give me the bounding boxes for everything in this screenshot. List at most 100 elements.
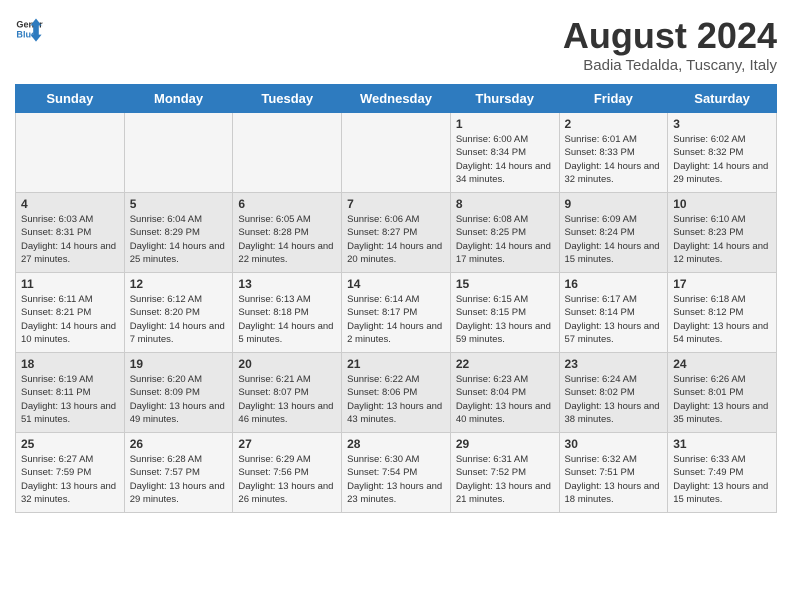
cell-info: Sunrise: 6:30 AM Sunset: 7:54 PM Dayligh…: [347, 453, 445, 506]
calendar-cell: 31 Sunrise: 6:33 AM Sunset: 7:49 PM Dayli…: [668, 433, 777, 513]
day-number: 4: [21, 197, 119, 211]
cell-info: Sunrise: 6:31 AM Sunset: 7:52 PM Dayligh…: [456, 453, 554, 506]
calendar-cell: 10 Sunrise: 6:10 AM Sunset: 8:23 PM Dayli…: [668, 193, 777, 273]
weekday-header-saturday: Saturday: [668, 85, 777, 113]
calendar-cell: 21 Sunrise: 6:22 AM Sunset: 8:06 PM Dayli…: [342, 353, 451, 433]
cell-info: Sunrise: 6:11 AM Sunset: 8:21 PM Dayligh…: [21, 293, 119, 346]
day-number: 15: [456, 277, 554, 291]
day-number: 22: [456, 357, 554, 371]
day-number: 2: [565, 117, 663, 131]
weekday-header-tuesday: Tuesday: [233, 85, 342, 113]
calendar-cell: 27 Sunrise: 6:29 AM Sunset: 7:56 PM Dayli…: [233, 433, 342, 513]
calendar-cell: 24 Sunrise: 6:26 AM Sunset: 8:01 PM Dayli…: [668, 353, 777, 433]
cell-info: Sunrise: 6:09 AM Sunset: 8:24 PM Dayligh…: [565, 213, 663, 266]
calendar-cell: 2 Sunrise: 6:01 AM Sunset: 8:33 PM Daylig…: [559, 113, 668, 193]
weekday-header-friday: Friday: [559, 85, 668, 113]
calendar-cell: 16Sunrise: 6:17 AM Sunset: 8:14 PM Dayli…: [559, 273, 668, 353]
calendar-cell: 30 Sunrise: 6:32 AM Sunset: 7:51 PM Dayli…: [559, 433, 668, 513]
calendar-cell: 18 Sunrise: 6:19 AM Sunset: 8:11 PM Dayli…: [16, 353, 125, 433]
cell-info: Sunrise: 6:27 AM Sunset: 7:59 PM Dayligh…: [21, 453, 119, 506]
calendar-cell: 4Sunrise: 6:03 AM Sunset: 8:31 PM Daylig…: [16, 193, 125, 273]
cell-info: Sunrise: 6:01 AM Sunset: 8:33 PM Dayligh…: [565, 133, 663, 186]
week-row-5: 25 Sunrise: 6:27 AM Sunset: 7:59 PM Dayli…: [16, 433, 777, 513]
month-title: August 2024: [563, 15, 777, 57]
cell-info: Sunrise: 6:10 AM Sunset: 8:23 PM Dayligh…: [673, 213, 771, 266]
day-number: 14: [347, 277, 445, 291]
calendar-cell: 15 Sunrise: 6:15 AM Sunset: 8:15 PM Dayli…: [450, 273, 559, 353]
calendar-cell: 1Sunrise: 6:00 AM Sunset: 8:34 PM Daylig…: [450, 113, 559, 193]
calendar-table: SundayMondayTuesdayWednesdayThursdayFrid…: [15, 84, 777, 513]
calendar-cell: 13Sunrise: 6:13 AM Sunset: 8:18 PM Dayli…: [233, 273, 342, 353]
week-row-2: 4Sunrise: 6:03 AM Sunset: 8:31 PM Daylig…: [16, 193, 777, 273]
day-number: 3: [673, 117, 771, 131]
calendar-cell: 8 Sunrise: 6:08 AM Sunset: 8:25 PM Daylig…: [450, 193, 559, 273]
day-number: 26: [130, 437, 228, 451]
cell-info: Sunrise: 6:18 AM Sunset: 8:12 PM Dayligh…: [673, 293, 771, 346]
week-row-4: 18 Sunrise: 6:19 AM Sunset: 8:11 PM Dayli…: [16, 353, 777, 433]
weekday-header-thursday: Thursday: [450, 85, 559, 113]
weekday-header-monday: Monday: [124, 85, 233, 113]
calendar-cell: 29 Sunrise: 6:31 AM Sunset: 7:52 PM Dayli…: [450, 433, 559, 513]
cell-info: Sunrise: 6:32 AM Sunset: 7:51 PM Dayligh…: [565, 453, 663, 506]
cell-info: Sunrise: 6:02 AM Sunset: 8:32 PM Dayligh…: [673, 133, 771, 186]
day-number: 31: [673, 437, 771, 451]
day-number: 24: [673, 357, 771, 371]
calendar-cell: 19 Sunrise: 6:20 AM Sunset: 8:09 PM Dayli…: [124, 353, 233, 433]
calendar-cell: [233, 113, 342, 193]
weekday-header-wednesday: Wednesday: [342, 85, 451, 113]
day-number: 10: [673, 197, 771, 211]
calendar-cell: [16, 113, 125, 193]
day-number: 20: [238, 357, 336, 371]
title-area: August 2024 Badia Tedalda, Tuscany, Ital…: [563, 15, 777, 74]
header: General Blue August 2024 Badia Tedalda, …: [15, 15, 777, 74]
day-number: 11: [21, 277, 119, 291]
calendar-cell: 7Sunrise: 6:06 AM Sunset: 8:27 PM Daylig…: [342, 193, 451, 273]
calendar-cell: [124, 113, 233, 193]
calendar-cell: 9 Sunrise: 6:09 AM Sunset: 8:24 PM Daylig…: [559, 193, 668, 273]
location: Badia Tedalda, Tuscany, Italy: [563, 57, 777, 74]
cell-info: Sunrise: 6:13 AM Sunset: 8:18 PM Dayligh…: [238, 293, 336, 346]
calendar-cell: 14 Sunrise: 6:14 AM Sunset: 8:17 PM Dayli…: [342, 273, 451, 353]
cell-info: Sunrise: 6:24 AM Sunset: 8:02 PM Dayligh…: [565, 373, 663, 426]
day-number: 29: [456, 437, 554, 451]
cell-info: Sunrise: 6:12 AM Sunset: 8:20 PM Dayligh…: [130, 293, 228, 346]
calendar-cell: 22 Sunrise: 6:23 AM Sunset: 8:04 PM Dayli…: [450, 353, 559, 433]
day-number: 7: [347, 197, 445, 211]
calendar-cell: 11 Sunrise: 6:11 AM Sunset: 8:21 PM Dayli…: [16, 273, 125, 353]
day-number: 27: [238, 437, 336, 451]
cell-info: Sunrise: 6:20 AM Sunset: 8:09 PM Dayligh…: [130, 373, 228, 426]
day-number: 25: [21, 437, 119, 451]
calendar-cell: 28 Sunrise: 6:30 AM Sunset: 7:54 PM Dayli…: [342, 433, 451, 513]
day-number: 1: [456, 117, 554, 131]
cell-info: Sunrise: 6:26 AM Sunset: 8:01 PM Dayligh…: [673, 373, 771, 426]
day-number: 21: [347, 357, 445, 371]
day-number: 30: [565, 437, 663, 451]
week-row-1: 1Sunrise: 6:00 AM Sunset: 8:34 PM Daylig…: [16, 113, 777, 193]
day-number: 8: [456, 197, 554, 211]
calendar-cell: 17Sunrise: 6:18 AM Sunset: 8:12 PM Dayli…: [668, 273, 777, 353]
calendar-cell: 20 Sunrise: 6:21 AM Sunset: 8:07 PM Dayli…: [233, 353, 342, 433]
cell-info: Sunrise: 6:33 AM Sunset: 7:49 PM Dayligh…: [673, 453, 771, 506]
calendar-cell: 6Sunrise: 6:05 AM Sunset: 8:28 PM Daylig…: [233, 193, 342, 273]
cell-info: Sunrise: 6:23 AM Sunset: 8:04 PM Dayligh…: [456, 373, 554, 426]
cell-info: Sunrise: 6:19 AM Sunset: 8:11 PM Dayligh…: [21, 373, 119, 426]
cell-info: Sunrise: 6:14 AM Sunset: 8:17 PM Dayligh…: [347, 293, 445, 346]
cell-info: Sunrise: 6:15 AM Sunset: 8:15 PM Dayligh…: [456, 293, 554, 346]
day-number: 5: [130, 197, 228, 211]
calendar-cell: 23 Sunrise: 6:24 AM Sunset: 8:02 PM Dayli…: [559, 353, 668, 433]
calendar-cell: 12Sunrise: 6:12 AM Sunset: 8:20 PM Dayli…: [124, 273, 233, 353]
cell-info: Sunrise: 6:08 AM Sunset: 8:25 PM Dayligh…: [456, 213, 554, 266]
day-number: 18: [21, 357, 119, 371]
cell-info: Sunrise: 6:22 AM Sunset: 8:06 PM Dayligh…: [347, 373, 445, 426]
weekday-header-row: SundayMondayTuesdayWednesdayThursdayFrid…: [16, 85, 777, 113]
day-number: 23: [565, 357, 663, 371]
cell-info: Sunrise: 6:21 AM Sunset: 8:07 PM Dayligh…: [238, 373, 336, 426]
week-row-3: 11 Sunrise: 6:11 AM Sunset: 8:21 PM Dayli…: [16, 273, 777, 353]
cell-info: Sunrise: 6:28 AM Sunset: 7:57 PM Dayligh…: [130, 453, 228, 506]
day-number: 19: [130, 357, 228, 371]
calendar-cell: 25 Sunrise: 6:27 AM Sunset: 7:59 PM Dayli…: [16, 433, 125, 513]
day-number: 28: [347, 437, 445, 451]
cell-info: Sunrise: 6:29 AM Sunset: 7:56 PM Dayligh…: [238, 453, 336, 506]
day-number: 9: [565, 197, 663, 211]
weekday-header-sunday: Sunday: [16, 85, 125, 113]
